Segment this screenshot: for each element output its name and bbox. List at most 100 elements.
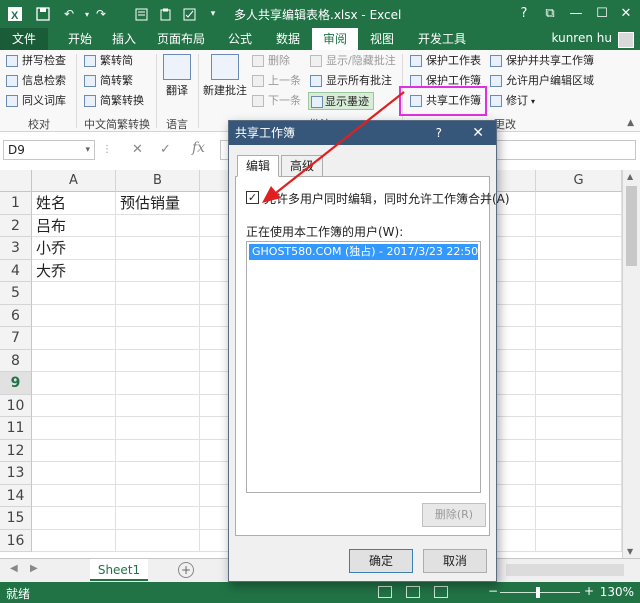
research-button[interactable]: 信息检索 (6, 72, 66, 90)
tab-edit[interactable]: 编辑 (237, 155, 280, 177)
cell-G7[interactable] (536, 327, 622, 350)
row-header[interactable]: 6 (0, 304, 32, 327)
zoom-slider[interactable] (500, 592, 580, 593)
cell-G10[interactable] (536, 394, 622, 417)
spell-check-button[interactable]: 拼写检查 (6, 52, 66, 70)
tab-file[interactable]: 文件 (0, 28, 48, 50)
redo-icon[interactable]: ↷ (92, 5, 110, 23)
cell-B7[interactable] (116, 327, 200, 350)
new-comment-button[interactable]: 新建批注 (202, 54, 248, 98)
column-header[interactable]: B (116, 170, 200, 192)
tab-formulas[interactable]: 公式 (220, 28, 260, 50)
cell-G15[interactable] (536, 507, 622, 530)
protect-sheet-button[interactable]: 保护工作表 (410, 52, 481, 70)
cell-G14[interactable] (536, 484, 622, 507)
zoom-slider-thumb[interactable] (536, 587, 540, 598)
tab-review[interactable]: 审阅 (312, 28, 358, 50)
cell-A2[interactable]: 吕布 (32, 214, 116, 237)
vertical-scrollbar[interactable]: ▲ ▼ (622, 170, 640, 558)
zoom-level[interactable]: 130% (600, 585, 634, 599)
save-icon[interactable] (34, 5, 52, 23)
users-list[interactable]: GHOST580.COM (独占) - 2017/3/23 22:50 (246, 241, 481, 493)
cell-G8[interactable] (536, 349, 622, 372)
row-header[interactable]: 14 (0, 484, 32, 507)
row-header[interactable]: 3 (0, 237, 32, 260)
cell-A16[interactable] (32, 529, 116, 552)
tab-insert[interactable]: 插入 (104, 28, 144, 50)
cell-A5[interactable] (32, 282, 116, 305)
zoom-out-icon[interactable]: − (488, 584, 498, 598)
cell-B5[interactable] (116, 282, 200, 305)
cell-A1[interactable]: 姓名 (32, 192, 116, 215)
zoom-in-icon[interactable]: + (584, 584, 594, 598)
select-all-corner[interactable] (0, 170, 32, 192)
show-all-comments-button[interactable]: 显示所有批注 (310, 72, 392, 90)
minimize-button[interactable]: — (564, 4, 588, 24)
cell-B15[interactable] (116, 507, 200, 530)
cell-B3[interactable] (116, 237, 200, 260)
cell-B9[interactable] (116, 372, 200, 395)
trad-to-simp-button[interactable]: 繁转简 (84, 52, 133, 70)
previous-comment-button[interactable]: 上一条 (252, 72, 301, 90)
chinese-convert-button[interactable]: 简繁转换 (84, 92, 144, 110)
row-header[interactable]: 4 (0, 259, 32, 282)
cell-G13[interactable] (536, 462, 622, 485)
cell-B4[interactable] (116, 259, 200, 282)
add-sheet-button[interactable]: + (178, 562, 194, 578)
sheet-prev-icon[interactable]: ◀ (10, 563, 18, 574)
cell-A15[interactable] (32, 507, 116, 530)
sheet-tab[interactable]: Sheet1 (90, 559, 148, 581)
cell-A4[interactable]: 大乔 (32, 259, 116, 282)
cell-G11[interactable] (536, 417, 622, 440)
tab-developer[interactable]: 开发工具 (410, 28, 474, 50)
ribbon-display-button[interactable]: ⧉ (538, 4, 562, 24)
cell-G9[interactable] (536, 372, 622, 395)
row-header[interactable]: 16 (0, 529, 32, 552)
cell-B11[interactable] (116, 417, 200, 440)
cell-G2[interactable] (536, 214, 622, 237)
cell-A6[interactable] (32, 304, 116, 327)
cell-B1[interactable]: 预估销量 (116, 192, 200, 215)
cell-B16[interactable] (116, 529, 200, 552)
cell-G5[interactable] (536, 282, 622, 305)
avatar[interactable] (618, 32, 634, 48)
thesaurus-button[interactable]: 同义词库 (6, 92, 66, 110)
cell-A9[interactable] (32, 372, 116, 395)
close-button[interactable]: ✕ (614, 4, 638, 24)
cell-G4[interactable] (536, 259, 622, 282)
cell-A8[interactable] (32, 349, 116, 372)
row-header[interactable]: 1 (0, 192, 32, 215)
cell-B12[interactable] (116, 439, 200, 462)
cell-B14[interactable] (116, 484, 200, 507)
horizontal-scrollbar[interactable] (506, 564, 624, 576)
tab-home[interactable]: 开始 (60, 28, 100, 50)
cell-B6[interactable] (116, 304, 200, 327)
delete-comment-button[interactable]: 删除 (252, 52, 290, 70)
next-comment-button[interactable]: 下一条 (252, 92, 301, 110)
dialog-help-button[interactable]: ? (436, 121, 442, 145)
cell-B2[interactable] (116, 214, 200, 237)
cell-A13[interactable] (32, 462, 116, 485)
undo-icon[interactable]: ↶ (60, 5, 78, 23)
ok-button[interactable]: 确定 (349, 549, 413, 573)
scroll-down-icon[interactable]: ▼ (627, 547, 633, 556)
allow-edit-ranges-button[interactable]: 允许用户编辑区域 (490, 72, 594, 90)
maximize-button[interactable]: ☐ (590, 4, 614, 24)
cancel-entry-icon[interactable]: ✕ (132, 142, 143, 157)
print-preview-icon[interactable] (132, 5, 150, 23)
cell-G3[interactable] (536, 237, 622, 260)
row-header[interactable]: 13 (0, 462, 32, 485)
spellcheck-icon[interactable] (180, 5, 198, 23)
cell-G1[interactable] (536, 192, 622, 215)
collapse-ribbon-icon[interactable]: ▲ (627, 118, 634, 128)
cell-B8[interactable] (116, 349, 200, 372)
cell-G16[interactable] (536, 529, 622, 552)
insert-function-icon[interactable]: fx (192, 140, 205, 156)
show-ink-button[interactable]: 显示墨迹 (308, 92, 374, 110)
name-box[interactable]: D9 ▾ (3, 140, 95, 160)
page-layout-view-icon[interactable] (406, 586, 420, 598)
row-header[interactable]: 10 (0, 394, 32, 417)
paste-icon[interactable] (156, 5, 174, 23)
allow-multi-user-label[interactable]: 允许多用户同时编辑，同时允许工作簿合并(A) (264, 190, 510, 207)
help-button[interactable]: ? (512, 4, 536, 24)
